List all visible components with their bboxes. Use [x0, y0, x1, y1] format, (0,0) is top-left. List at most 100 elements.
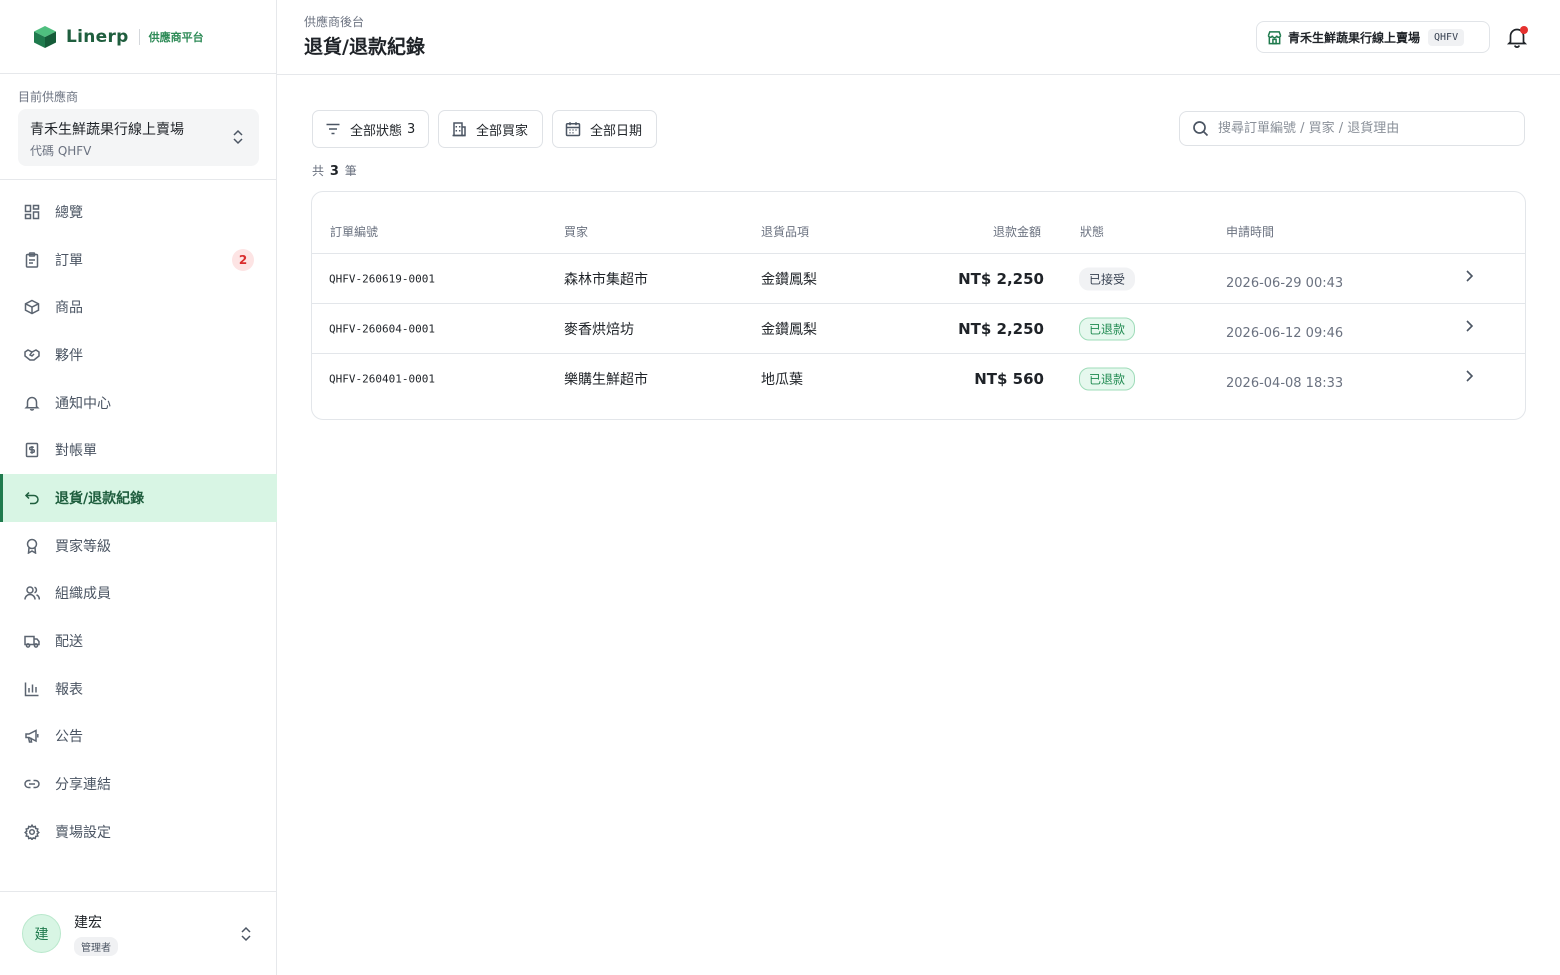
order-number: QHFV-260401-0001 [329, 372, 435, 386]
brand-name: Linerp [66, 26, 129, 47]
return-item: 金鑽鳳梨 [761, 271, 817, 288]
status-filter-button[interactable]: 全部狀態 3 [312, 110, 429, 148]
sidebar-item-partners[interactable]: 夥伴 [0, 331, 277, 379]
store-icon [1267, 30, 1282, 44]
supplier-name: 青禾生鮮蔬果行線上賣場 [30, 122, 184, 138]
sidebar-item-label: 通知中心 [55, 395, 111, 412]
search-box[interactable] [1179, 111, 1525, 146]
gear-icon [24, 823, 40, 840]
status-badge: 已退款 [1079, 317, 1136, 340]
top-header: 供應商後台 退貨/退款紀錄 青禾生鮮蔬果行線上賣場 QHFV [277, 0, 1560, 75]
sidebar-divider [0, 179, 277, 180]
link-icon [24, 779, 40, 789]
sidebar-item-notifications[interactable]: 通知中心 [0, 379, 277, 427]
building-icon [452, 122, 466, 137]
sidebar-item-members[interactable]: 組織成員 [0, 570, 277, 618]
return-item: 地瓜葉 [761, 372, 803, 388]
sidebar: Linerp 供應商平台 目前供應商 青禾生鮮蔬果行線上賣場 代碼 QHFV 總… [0, 0, 277, 975]
column-header-item[interactable]: 退貨品項 [761, 223, 809, 240]
chevron-up-down-icon[interactable] [239, 925, 253, 943]
column-header-amount[interactable]: 退款金額 [993, 223, 1041, 240]
order-number: QHFV-260604-0001 [329, 322, 435, 335]
buyer-name: 樂購生鮮超市 [564, 372, 648, 388]
buyer-name: 麥香烘焙坊 [564, 321, 634, 338]
sidebar-item-label: 對帳單 [55, 443, 97, 460]
logo-cube-icon [34, 25, 56, 48]
table-row[interactable]: QHFV-260604-0001 麥香烘焙坊 金鑽鳳梨 NT$ 2,250 已退… [312, 304, 1525, 354]
table-header: 訂單編號 買家 退貨品項 退款金額 狀態 申請時間 [312, 192, 1525, 254]
sidebar-item-label: 報表 [55, 681, 83, 698]
count-prefix: 共 [312, 164, 325, 178]
sidebar-item-statements[interactable]: 對帳單 [0, 426, 277, 474]
table-row[interactable]: QHFV-260619-0001 森林市集超市 金鑽鳳梨 NT$ 2,250 已… [312, 254, 1525, 304]
count-value: 3 [329, 164, 339, 179]
returns-table: 訂單編號 買家 退貨品項 退款金額 狀態 申請時間 QHFV-260619-00… [311, 191, 1526, 420]
search-input[interactable] [1218, 121, 1508, 136]
status-filter-label: 全部狀態 [350, 123, 403, 139]
status-badge: 已接受 [1079, 267, 1136, 290]
sidebar-item-label: 總覽 [55, 204, 83, 221]
page-title: 退貨/退款紀錄 [304, 36, 425, 58]
request-time: 2026-04-08 18:33 [1226, 376, 1344, 391]
sidebar-item-label: 夥伴 [55, 347, 83, 364]
order-number: QHFV-260619-0001 [329, 272, 435, 285]
sidebar-item-orders[interactable]: 訂單 2 [0, 236, 277, 284]
sidebar-item-label: 配送 [55, 634, 83, 651]
column-header-buyer[interactable]: 買家 [564, 223, 588, 240]
supplier-code: 代碼 QHFV [30, 144, 92, 158]
sidebar-item-label: 公告 [55, 729, 83, 746]
sidebar-item-label: 訂單 [55, 252, 83, 269]
chevron-right-icon[interactable] [1462, 268, 1476, 284]
breadcrumb[interactable]: 供應商後台 [304, 13, 364, 30]
sidebar-item-store-settings[interactable]: 賣場設定 [0, 808, 277, 856]
refund-amount: NT$ 560 [974, 370, 1044, 388]
brand-row[interactable]: Linerp 供應商平台 [0, 0, 276, 74]
buyer-filter-button[interactable]: 全部買家 [438, 110, 543, 148]
return-item: 金鑽鳳梨 [761, 321, 817, 338]
column-header-status[interactable]: 狀態 [1080, 223, 1104, 240]
sidebar-item-reports[interactable]: 報表 [0, 665, 277, 713]
result-count: 共 3 筆 [312, 162, 357, 179]
supplier-switcher[interactable]: 青禾生鮮蔬果行線上賣場 代碼 QHFV [18, 109, 259, 166]
sidebar-item-label: 分享連結 [55, 777, 111, 794]
receipt-icon [25, 443, 39, 458]
refund-amount: NT$ 2,250 [958, 319, 1044, 338]
sidebar-item-label: 組織成員 [55, 586, 111, 603]
users-icon [24, 586, 40, 600]
sidebar-item-label: 商品 [55, 300, 83, 317]
column-header-time[interactable]: 申請時間 [1226, 223, 1274, 240]
date-filter-button[interactable]: 全部日期 [552, 110, 657, 148]
notification-dot [1520, 26, 1528, 34]
request-time: 2026-06-29 00:43 [1226, 276, 1344, 291]
sidebar-item-label: 退貨/退款紀錄 [55, 490, 145, 507]
sidebar-item-products[interactable]: 商品 [0, 283, 277, 331]
search-icon [1193, 121, 1209, 137]
store-selector[interactable]: 青禾生鮮蔬果行線上賣場 QHFV [1256, 21, 1490, 53]
avatar[interactable]: 建 [22, 914, 61, 953]
sidebar-item-announcements[interactable]: 公告 [0, 713, 277, 761]
status-filter-count: 3 [407, 121, 416, 137]
sidebar-item-label: 賣場設定 [55, 824, 111, 841]
clipboard-icon [25, 251, 39, 268]
column-header-order[interactable]: 訂單編號 [330, 223, 378, 240]
sidebar-item-label: 買家等級 [55, 538, 111, 555]
status-badge: 已退款 [1079, 367, 1136, 391]
sidebar-item-buyer-tiers[interactable]: 買家等級 [0, 522, 277, 570]
dashboard-icon [24, 204, 40, 220]
sidebar-nav: 總覽 訂單 2 商品 夥伴 通知中心 對帳單 退貨/退款紀錄 買家等級 組織成員… [0, 188, 277, 856]
sidebar-item-overview[interactable]: 總覽 [0, 188, 277, 236]
table-row[interactable]: QHFV-260401-0001 樂購生鮮超市 地瓜葉 NT$ 560 已退款 … [312, 354, 1525, 404]
buyer-name: 森林市集超市 [564, 271, 648, 288]
sidebar-item-returns[interactable]: 退貨/退款紀錄 [0, 474, 277, 522]
bar-chart-icon [24, 682, 39, 696]
request-time: 2026-06-12 09:46 [1226, 326, 1344, 341]
chevron-right-icon[interactable] [1462, 318, 1476, 334]
package-icon [24, 299, 40, 315]
count-suffix: 筆 [344, 164, 357, 178]
truck-icon [24, 635, 40, 648]
handshake-icon [24, 349, 40, 361]
sidebar-item-delivery[interactable]: 配送 [0, 617, 277, 665]
refund-amount: NT$ 2,250 [958, 269, 1044, 288]
chevron-right-icon[interactable] [1462, 368, 1476, 384]
sidebar-item-share-links[interactable]: 分享連結 [0, 760, 277, 808]
